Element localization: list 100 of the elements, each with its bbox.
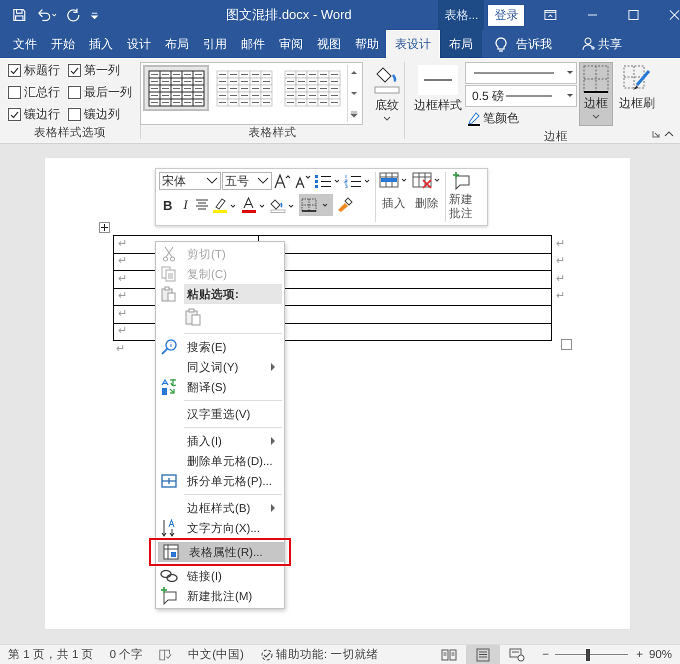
zoom-slider[interactable] <box>554 648 628 660</box>
move-handle-icon[interactable] <box>99 222 110 233</box>
menu-item[interactable]: 翻译(S) <box>156 377 284 397</box>
ribbon-tab[interactable]: 插入 <box>82 30 120 58</box>
word-count[interactable]: 0 个字 <box>110 647 144 662</box>
ribbon-tab[interactable]: 视图 <box>310 30 348 58</box>
menu-item[interactable]: 删除单元格(D)... <box>156 451 284 471</box>
person-icon[interactable] <box>582 37 596 51</box>
highlight-icon[interactable] <box>212 197 238 213</box>
ribbon-tab[interactable]: 设计 <box>120 30 158 58</box>
tell-me-field[interactable]: 告诉我 <box>516 36 552 52</box>
shrink-font-icon[interactable] <box>294 173 312 189</box>
menu-item[interactable]: 新建批注(M) <box>156 586 284 606</box>
insert-table-icon <box>379 172 409 190</box>
dialog-launcher-icon[interactable] <box>652 130 660 138</box>
window-title: 图文混排.docx - Word <box>226 6 353 24</box>
chevron-icon <box>206 177 218 185</box>
format-painter-icon[interactable] <box>336 196 354 214</box>
resize-handle[interactable] <box>561 339 572 350</box>
close-icon[interactable] <box>669 9 680 21</box>
italic-button[interactable]: I <box>179 197 192 213</box>
zoom-in-button[interactable]: + <box>636 648 643 660</box>
menu-item[interactable]: 搜索(E) <box>156 337 284 357</box>
borders-button[interactable]: 边框 <box>579 62 613 126</box>
book-icon <box>441 648 458 660</box>
menu-item[interactable]: 汉字重选(V) <box>156 404 284 424</box>
align-center-icon[interactable] <box>194 199 209 211</box>
menu-item[interactable]: 拆分单元格(P)... <box>156 471 284 491</box>
line-style-dropdown[interactable] <box>465 62 577 84</box>
accessibility-icon[interactable] <box>260 648 274 662</box>
more-icon[interactable] <box>350 111 358 119</box>
ribbon-tab[interactable]: 邮件 <box>234 30 272 58</box>
font-dropdown[interactable]: 宋体 <box>159 172 221 190</box>
sign-in-button[interactable]: 登录 <box>488 4 524 26</box>
checkbox-label: 标题行 <box>24 62 60 79</box>
borders-button[interactable] <box>298 194 333 216</box>
border-styles-button[interactable]: 边框样式 <box>413 62 463 129</box>
zoom-slider-thumb[interactable] <box>586 648 590 660</box>
ribbon-tab[interactable]: 开始 <box>44 30 82 58</box>
page-count[interactable]: 第 1 页，共 1 页 <box>8 647 94 662</box>
new-comment-icon <box>451 172 472 190</box>
ribbon-tab[interactable]: 帮助 <box>348 30 386 58</box>
line-weight-dropdown[interactable]: 0.5 磅 <box>465 85 577 107</box>
ribbon-tab[interactable]: 审阅 <box>272 30 310 58</box>
view-button[interactable] <box>466 645 500 664</box>
checkbox[interactable] <box>68 108 81 121</box>
ribbon-tab[interactable]: 布局 <box>158 30 196 58</box>
shading-icon[interactable] <box>270 197 296 213</box>
ribbon-tab[interactable]: 文件 <box>6 30 44 58</box>
zoom-percent[interactable]: 90% <box>648 648 672 660</box>
menu-item[interactable]: 表格属性(R)... <box>158 542 284 562</box>
menu-item[interactable]: 文字方向(X)... <box>156 518 284 538</box>
paste-option-icon[interactable] <box>184 308 202 326</box>
checkbox[interactable] <box>8 108 21 121</box>
ribbon-tab[interactable]: 引用 <box>196 30 234 58</box>
bold-button[interactable]: B <box>159 198 176 212</box>
scroll-up-icon[interactable] <box>350 68 358 76</box>
checkbox[interactable] <box>8 64 21 77</box>
language[interactable]: 中文(中国) <box>188 647 244 662</box>
checkbox[interactable] <box>68 86 81 99</box>
menu-item[interactable]: 同义词(Y) <box>156 357 284 377</box>
shading-button[interactable]: 底纹 <box>369 62 405 125</box>
zoom-out-button[interactable]: − <box>542 648 549 660</box>
undo-icon[interactable] <box>36 7 58 23</box>
proofing-icon[interactable] <box>159 648 172 662</box>
new-comment-button[interactable]: 新建批注 <box>449 172 474 222</box>
font-color-icon[interactable] <box>240 197 267 213</box>
save-icon[interactable] <box>12 7 27 23</box>
menu-item[interactable]: 插入(I) <box>156 431 284 451</box>
menu-item[interactable]: 边框样式(B) <box>156 498 284 518</box>
button-label: 边框 <box>584 95 608 112</box>
ribbon-tab[interactable]: 布局 <box>440 30 482 58</box>
maximize-icon[interactable] <box>628 9 640 21</box>
ribbon-tab[interactable]: 表设计 <box>386 30 440 58</box>
bullet-list-icon[interactable] <box>314 174 342 188</box>
numbered-list-icon[interactable] <box>344 174 372 188</box>
table-style-thumbnail[interactable] <box>143 65 209 111</box>
font-size-dropdown[interactable]: 五号 <box>222 172 272 190</box>
redo-icon[interactable] <box>66 7 82 23</box>
delete-button[interactable]: 删除 <box>412 172 442 222</box>
checkbox[interactable] <box>8 86 21 99</box>
caret-icon <box>566 70 574 76</box>
scroll-down-icon[interactable] <box>350 90 358 98</box>
grow-font-icon[interactable] <box>274 173 292 189</box>
insert-button[interactable]: 插入 <box>379 172 409 222</box>
accessibility-status[interactable]: 辅助功能: 一切就绪 <box>276 647 378 662</box>
share-button[interactable]: 共享 <box>598 36 622 52</box>
dropdown-value: 0.5 磅 <box>471 88 504 104</box>
pen-color-button[interactable]: 笔颜色 <box>465 108 521 129</box>
row-end-mark: ↵ <box>556 290 566 302</box>
button-label: 插入 <box>382 196 406 211</box>
copy-icon <box>161 266 177 282</box>
borders-icon <box>583 65 609 93</box>
paragraph-mark: ↵ <box>118 308 128 320</box>
lightbulb-icon[interactable] <box>494 35 508 53</box>
ribbon-display-icon[interactable] <box>544 9 558 21</box>
border-painter-button[interactable]: 边框刷 <box>615 62 659 129</box>
collapse-ribbon-icon[interactable] <box>664 131 674 137</box>
menu-item[interactable]: 链接(I) <box>156 566 284 586</box>
checkbox[interactable] <box>68 64 81 77</box>
